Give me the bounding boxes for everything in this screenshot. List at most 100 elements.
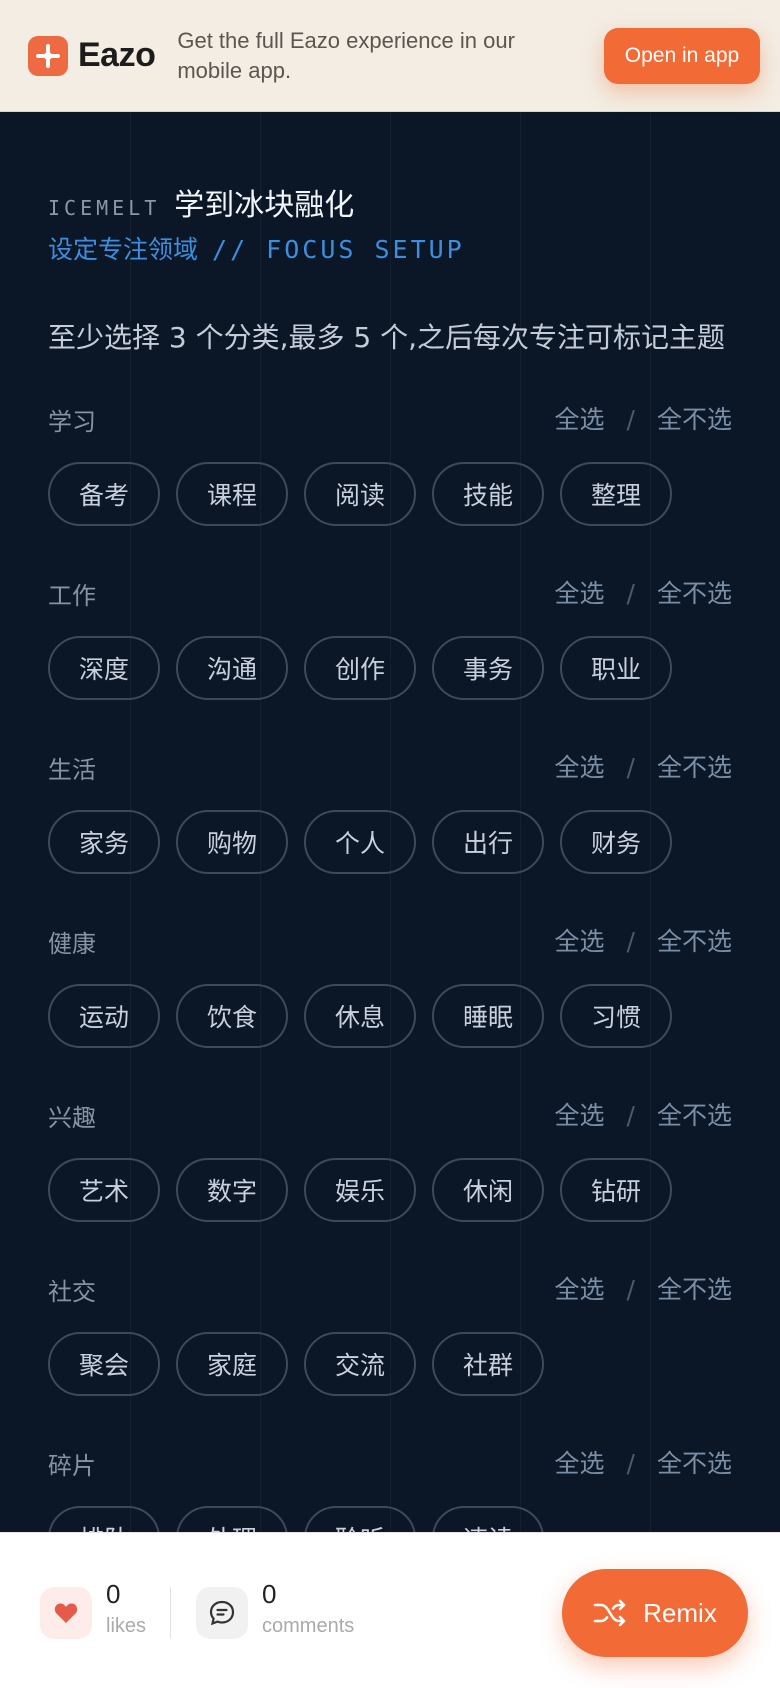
category-chip[interactable]: 娱乐 [304, 1158, 416, 1222]
comment-icon[interactable] [196, 1587, 248, 1639]
action-separator: / [626, 1101, 635, 1130]
category-chip[interactable]: 睡眠 [432, 984, 544, 1048]
comments-count: 0 [262, 1579, 277, 1609]
chip-row: 家务 购物 个人 出行 财务 [48, 810, 688, 874]
brand-label: ICEMELT [48, 196, 161, 220]
instruction-text: 至少选择 3 个分类,最多 5 个,之后每次专注可标记主题 [48, 321, 726, 354]
category-chip[interactable]: 聆听 [304, 1506, 416, 1532]
select-all-button[interactable]: 全选 [555, 579, 605, 608]
remix-label: Remix [643, 1597, 717, 1628]
category-chip[interactable]: 阅读 [304, 462, 416, 526]
banner-message: Get the full Eazo experience in our mobi… [177, 27, 515, 83]
category-chip[interactable]: 交流 [304, 1332, 416, 1396]
section-header: 社交 全选 / 全不选 [48, 1268, 732, 1308]
section-header: 生活 全选 / 全不选 [48, 746, 732, 786]
category-chip[interactable]: 个人 [304, 810, 416, 874]
section-title: 工作 [48, 582, 96, 610]
category-chip[interactable]: 家务 [48, 810, 160, 874]
category-chip[interactable]: 钻研 [560, 1158, 672, 1222]
category-chip[interactable]: 社群 [432, 1332, 544, 1396]
section-title: 兴趣 [48, 1104, 96, 1132]
title-row: ICEMELT 学到冰块融化 [48, 180, 354, 224]
category-section: 工作 全选 / 全不选深度 沟通 创作 事务 职业 [48, 572, 732, 712]
select-none-button[interactable]: 全不选 [657, 1449, 732, 1478]
select-all-button[interactable]: 全选 [555, 753, 605, 782]
select-all-button[interactable]: 全选 [555, 1275, 605, 1304]
category-chip[interactable]: 职业 [560, 636, 672, 700]
select-all-button[interactable]: 全选 [555, 405, 605, 434]
likes-stat[interactable]: 0 likes [40, 1581, 147, 1639]
category-chip[interactable]: 沟通 [176, 636, 288, 700]
category-chip[interactable]: 创作 [304, 636, 416, 700]
section-header: 碎片 全选 / 全不选 [48, 1442, 732, 1482]
remix-button[interactable]: Remix [562, 1569, 748, 1657]
category-chip[interactable]: 财务 [560, 810, 672, 874]
shuffle-icon [593, 1599, 626, 1627]
chip-row: 艺术 数字 娱乐 休闲 钻研 [48, 1158, 688, 1222]
category-chip[interactable]: 备考 [48, 462, 160, 526]
category-section: 兴趣 全选 / 全不选艺术 数字 娱乐 休闲 钻研 [48, 1094, 732, 1234]
category-chip[interactable]: 速读 [432, 1506, 544, 1532]
category-chip[interactable]: 技能 [432, 462, 544, 526]
focus-setup-screen: ICEMELT 学到冰块融化 设定专注领域 // FOCUS SETUP 至少选择… [0, 112, 780, 1532]
action-separator: / [626, 579, 635, 608]
select-all-button[interactable]: 全选 [555, 1101, 605, 1130]
chip-row: 备考 课程 阅读 技能 整理 [48, 462, 688, 526]
app-banner: Eazo Get the full Eazo experience in our… [0, 0, 780, 112]
category-chip[interactable]: 数字 [176, 1158, 288, 1222]
select-none-button[interactable]: 全不选 [657, 927, 732, 956]
category-chip[interactable]: 习惯 [560, 984, 672, 1048]
select-none-button[interactable]: 全不选 [657, 753, 732, 782]
category-section: 社交 全选 / 全不选 聚会 家庭 交流 社群 [48, 1268, 732, 1408]
page-title: 学到冰块融化 [174, 188, 355, 223]
category-chip[interactable]: 饮食 [176, 984, 288, 1048]
comments-text: 0 comments [262, 1581, 354, 1638]
category-chip[interactable]: 家庭 [176, 1332, 288, 1396]
page-subtitle: 设定专注领域 // FOCUS SETUP [48, 230, 465, 266]
category-chip[interactable]: 出行 [432, 810, 544, 874]
subtitle-cn: 设定专注领域 [48, 235, 199, 264]
category-section: 生活 全选 / 全不选家务 购物 个人 出行 财务 [48, 746, 732, 886]
eazo-logo: Eazo [28, 35, 156, 76]
category-chip[interactable]: 课程 [176, 462, 288, 526]
category-chip[interactable]: 处理 [176, 1506, 288, 1532]
category-chip[interactable]: 休息 [304, 984, 416, 1048]
comments-label: comments [262, 1615, 355, 1637]
section-actions: 全选 / 全不选 [555, 748, 732, 784]
logo-text: Eazo [78, 36, 156, 74]
category-section: 学习 全选 / 全不选备考 课程 阅读 技能 整理 [48, 398, 732, 538]
section-title: 学习 [48, 408, 96, 436]
chip-row: 聚会 家庭 交流 社群 [48, 1332, 560, 1396]
section-header: 健康 全选 / 全不选 [48, 920, 732, 960]
subtitle-en: // FOCUS SETUP [212, 235, 465, 264]
section-actions: 全选 / 全不选 [555, 400, 732, 436]
action-separator: / [626, 927, 635, 956]
section-actions: 全选 / 全不选 [555, 922, 732, 958]
category-chip[interactable]: 购物 [176, 810, 288, 874]
section-actions: 全选 / 全不选 [555, 1096, 732, 1132]
chip-row: 深度 沟通 创作 事务 职业 [48, 636, 688, 700]
stat-divider [170, 1587, 171, 1639]
comments-stat[interactable]: 0 comments [196, 1581, 354, 1639]
category-chip[interactable]: 事务 [432, 636, 544, 700]
action-separator: / [626, 405, 635, 434]
section-actions: 全选 / 全不选 [555, 1444, 732, 1480]
select-none-button[interactable]: 全不选 [657, 1101, 732, 1130]
category-chip[interactable]: 排队 [48, 1506, 160, 1532]
category-chip[interactable]: 休闲 [432, 1158, 544, 1222]
select-none-button[interactable]: 全不选 [657, 1275, 732, 1304]
open-in-app-button[interactable]: Open in app [604, 27, 760, 84]
category-chip[interactable]: 深度 [48, 636, 160, 700]
category-chip[interactable]: 整理 [560, 462, 672, 526]
likes-label: likes [106, 1615, 147, 1637]
select-all-button[interactable]: 全选 [555, 927, 605, 956]
select-none-button[interactable]: 全不选 [657, 405, 732, 434]
select-none-button[interactable]: 全不选 [657, 579, 732, 608]
likes-count: 0 [106, 1579, 121, 1609]
action-separator: / [626, 1275, 635, 1304]
category-chip[interactable]: 运动 [48, 984, 160, 1048]
category-chip[interactable]: 艺术 [48, 1158, 160, 1222]
select-all-button[interactable]: 全选 [555, 1449, 605, 1478]
heart-icon[interactable] [40, 1587, 92, 1639]
category-chip[interactable]: 聚会 [48, 1332, 160, 1396]
